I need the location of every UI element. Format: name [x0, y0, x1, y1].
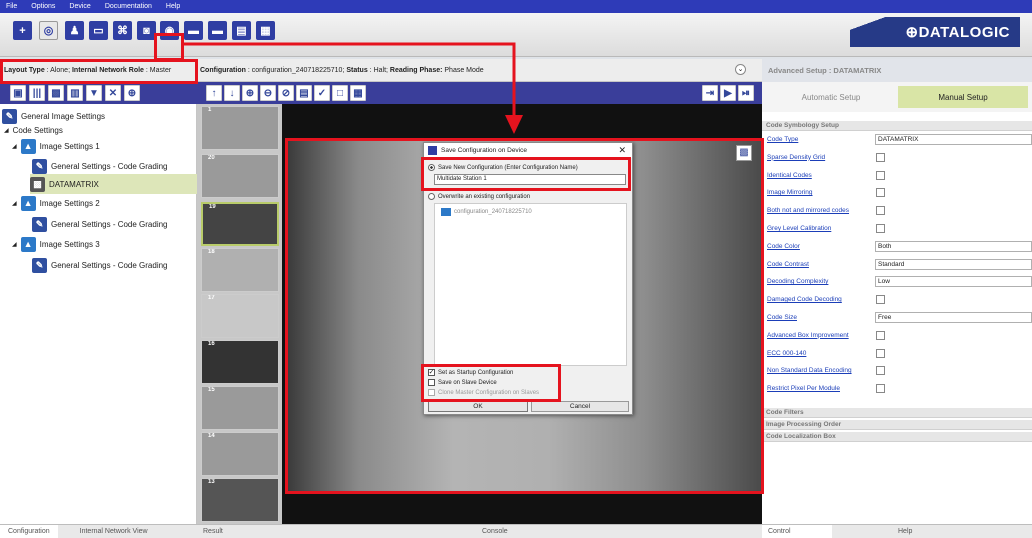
callout-arrow: [184, 42, 523, 134]
